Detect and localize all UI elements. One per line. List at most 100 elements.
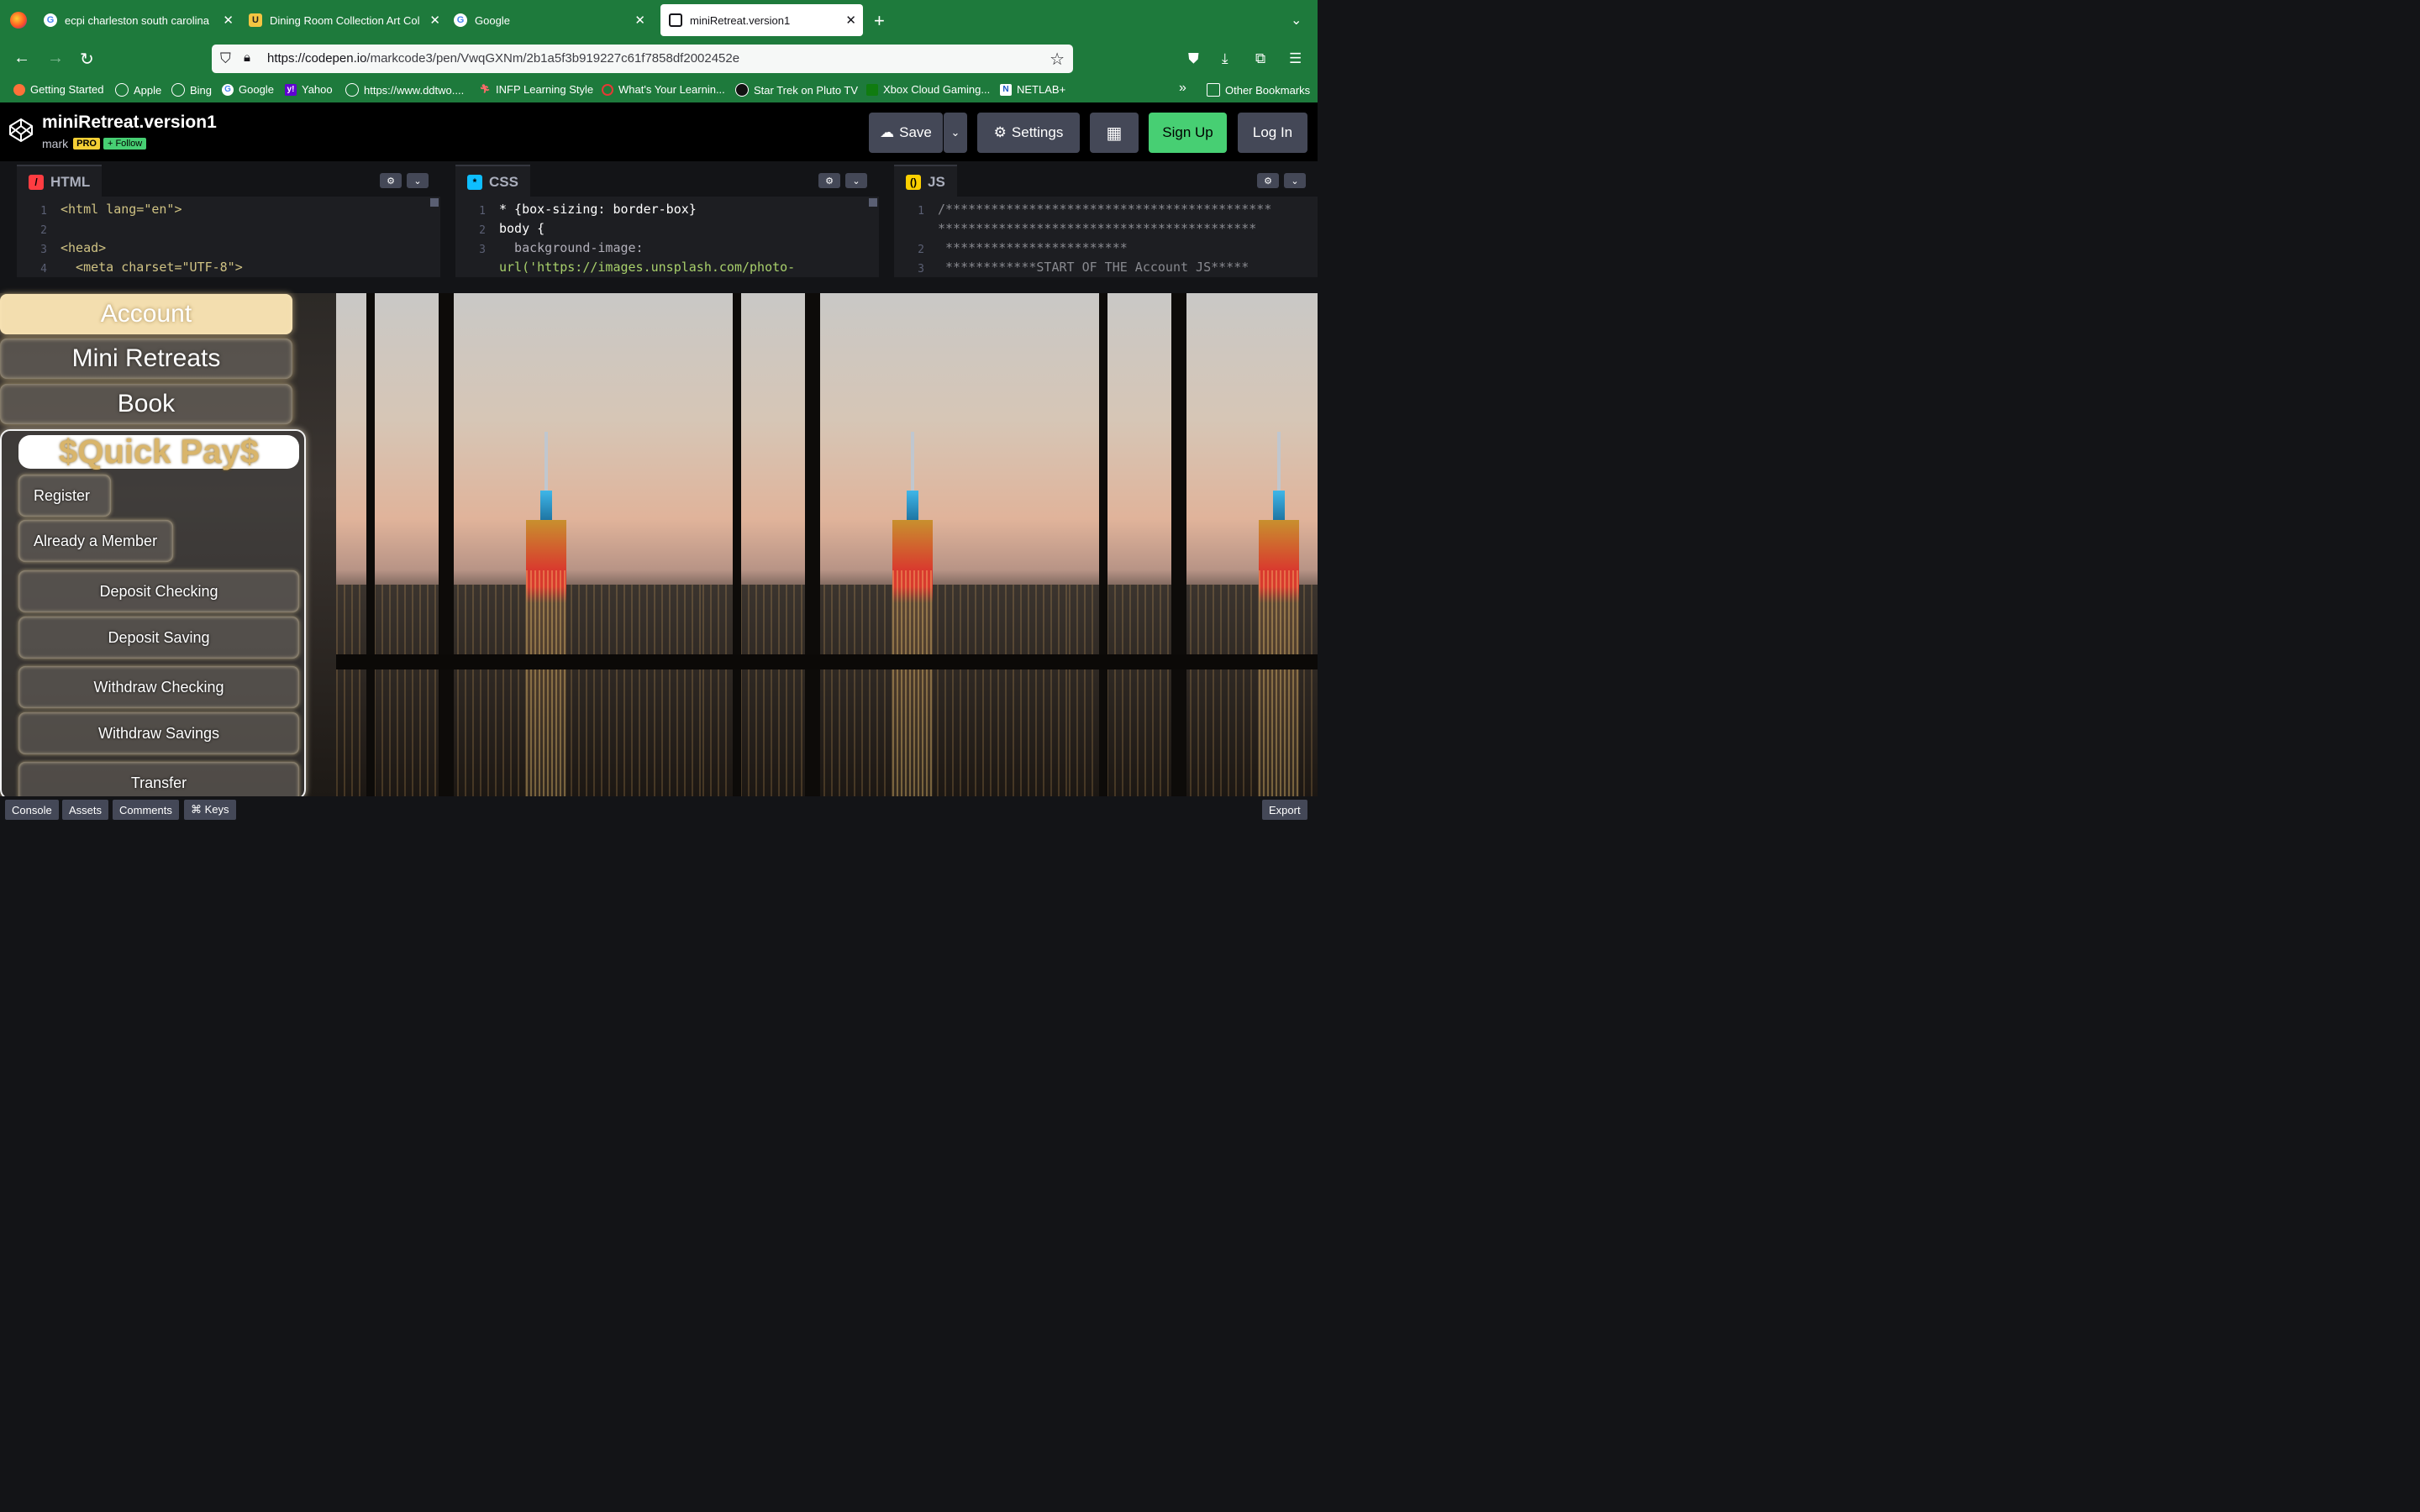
- css-code[interactable]: 1 * {box-sizing: border-box} 2 body { 3 …: [455, 197, 879, 277]
- gear-icon[interactable]: ⚙: [818, 173, 840, 188]
- resize-handle[interactable]: [0, 278, 1318, 295]
- building-windows: [1259, 570, 1299, 796]
- css-editor-label: CSS: [489, 174, 518, 190]
- hamburger-menu-icon[interactable]: ☰: [1289, 50, 1302, 67]
- withdraw-checking-button[interactable]: Withdraw Checking: [18, 666, 299, 708]
- close-tab-icon[interactable]: ✕: [634, 13, 645, 28]
- building-top: [1273, 491, 1285, 524]
- menu-account-button[interactable]: Account: [0, 294, 292, 334]
- css-editor-tab[interactable]: * CSS: [455, 165, 530, 198]
- withdraw-savings-button[interactable]: Withdraw Savings: [18, 712, 299, 754]
- firefox-menu-icon[interactable]: [10, 12, 27, 29]
- bookmark-label: Xbox Cloud Gaming...: [883, 83, 991, 96]
- bookmark-item[interactable]: Xbox Cloud Gaming...: [866, 83, 990, 96]
- close-tab-icon[interactable]: ✕: [223, 13, 234, 28]
- bookmark-item[interactable]: G Google: [222, 83, 274, 96]
- chevron-down-icon[interactable]: ⌄: [1284, 173, 1306, 188]
- gear-icon[interactable]: ⚙: [380, 173, 402, 188]
- comments-button[interactable]: Comments: [113, 800, 179, 820]
- codepen-footer: Console Assets Comments ⌘ Keys Export: [0, 796, 1318, 823]
- close-tab-icon[interactable]: ✕: [429, 13, 440, 28]
- save-button[interactable]: ☁ Save: [869, 113, 943, 153]
- shield-icon[interactable]: ⛉: [220, 50, 231, 67]
- code-line: /***************************************…: [938, 202, 1272, 217]
- bookmarks-overflow-button[interactable]: »: [1179, 81, 1186, 96]
- bookmark-item[interactable]: N NETLAB+: [1000, 83, 1065, 96]
- cloud-icon: ☁: [880, 124, 895, 140]
- transfer-button[interactable]: Transfer: [18, 762, 299, 796]
- menu-book-button[interactable]: Book: [0, 384, 292, 424]
- line-number: 2: [918, 244, 924, 256]
- browser-tab-active[interactable]: miniRetreat.version1 ✕: [660, 4, 863, 36]
- bookmark-star-icon[interactable]: ☆: [1050, 49, 1065, 70]
- reload-icon[interactable]: ↻: [80, 49, 94, 70]
- bookmark-item[interactable]: Star Trek on Pluto TV: [735, 83, 858, 97]
- html-slash-icon: /: [29, 175, 44, 190]
- follow-button[interactable]: + Follow: [103, 138, 147, 150]
- address-bar[interactable]: ⛉ 🔒︎ https://codepen.io/markcode3/pen/Vw…: [212, 45, 1073, 73]
- other-bookmarks[interactable]: Other Bookmarks: [1207, 83, 1310, 97]
- preview-frame: Account Mini Retreats Book $Quick Pay$ R…: [0, 278, 1318, 796]
- chevron-down-icon[interactable]: ⌄: [407, 173, 429, 188]
- keys-button[interactable]: ⌘ Keys: [184, 800, 236, 820]
- css-editor[interactable]: * CSS ⚙ ⌄ 1 * {box-sizing: border-box} 2…: [455, 161, 879, 277]
- log-in-button[interactable]: Log In: [1238, 113, 1307, 153]
- html-editor[interactable]: / HTML ⚙ ⌄ 1 <html lang="en"> 2 3 <head>…: [17, 161, 440, 277]
- bookmark-item[interactable]: Getting Started: [13, 83, 103, 96]
- bookmark-item[interactable]: 🏃︎ INFP Learning Style: [479, 83, 593, 96]
- codepen-icon: [669, 13, 682, 27]
- deposit-saving-button[interactable]: Deposit Saving: [18, 617, 299, 659]
- browser-tab[interactable]: G Google ✕: [454, 4, 652, 36]
- lock-icon[interactable]: 🔒︎: [244, 50, 250, 65]
- downloads-icon[interactable]: ⤓: [1222, 50, 1228, 67]
- list-all-tabs-icon[interactable]: ⌄: [1291, 12, 1302, 29]
- window-frame: [1069, 654, 1318, 669]
- extensions-icon[interactable]: ⧉: [1255, 50, 1265, 67]
- pocket-icon[interactable]: ⛊: [1188, 50, 1199, 67]
- owner-name[interactable]: mark: [42, 137, 68, 150]
- menu-mini-retreats-button[interactable]: Mini Retreats: [0, 339, 292, 379]
- save-options-chevron-icon[interactable]: ⌄: [944, 113, 967, 153]
- yahoo-icon: y!: [285, 83, 297, 96]
- editor-panels: / HTML ⚙ ⌄ 1 <html lang="en"> 2 3 <head>…: [0, 161, 1318, 277]
- pen-title[interactable]: miniRetreat.version1: [42, 113, 217, 133]
- change-view-button[interactable]: ▦: [1090, 113, 1139, 153]
- bookmark-item[interactable]: What's Your Learnin...: [602, 83, 725, 96]
- city-skyline: [702, 585, 1069, 796]
- building-windows: [892, 570, 933, 796]
- already-member-button[interactable]: Already a Member: [18, 520, 173, 562]
- line-number: 2: [40, 224, 47, 237]
- layout-grid-icon: ▦: [1106, 123, 1123, 143]
- editor-scrollbar[interactable]: [430, 198, 439, 207]
- html-code[interactable]: 1 <html lang="en"> 2 3 <head> 4 <meta ch…: [17, 197, 440, 277]
- browser-tab[interactable]: U Dining Room Collection Art Col ✕: [249, 4, 447, 36]
- close-tab-icon[interactable]: ✕: [845, 13, 856, 28]
- gear-icon[interactable]: ⚙: [1257, 173, 1279, 188]
- forward-icon[interactable]: →: [47, 49, 64, 68]
- codepen-logo-icon[interactable]: [8, 118, 34, 143]
- bookmark-item[interactable]: Bing: [171, 83, 212, 97]
- register-button[interactable]: Register: [18, 475, 111, 517]
- js-editor-label: JS: [928, 174, 945, 190]
- bookmark-item[interactable]: https://www.ddtwo....: [345, 83, 464, 97]
- sign-up-button[interactable]: Sign Up: [1149, 113, 1227, 153]
- assets-button[interactable]: Assets: [62, 800, 109, 820]
- url-text[interactable]: https://codepen.io/markcode3/pen/VwqGXNm…: [267, 51, 739, 66]
- js-editor[interactable]: () JS ⚙ ⌄ 1 /***************************…: [894, 161, 1318, 277]
- export-button[interactable]: Export: [1262, 800, 1307, 820]
- js-code[interactable]: 1 /*************************************…: [894, 197, 1318, 277]
- deposit-checking-button[interactable]: Deposit Checking: [18, 570, 299, 612]
- browser-tab[interactable]: G ecpi charleston south carolina ✕: [44, 4, 240, 36]
- settings-button[interactable]: ⚙ Settings: [977, 113, 1080, 153]
- html-editor-tab[interactable]: / HTML: [17, 165, 103, 198]
- editor-scrollbar[interactable]: [869, 198, 877, 207]
- html-editor-tabbar: / HTML ⚙ ⌄: [17, 161, 440, 198]
- js-editor-tab[interactable]: () JS: [894, 165, 957, 198]
- bookmark-item[interactable]: y! Yahoo: [285, 83, 333, 96]
- pluto-tv-icon: [735, 83, 749, 97]
- back-icon[interactable]: ←: [13, 49, 30, 68]
- bookmark-item[interactable]: Apple: [115, 83, 161, 97]
- new-tab-button[interactable]: +: [874, 10, 885, 32]
- chevron-down-icon[interactable]: ⌄: [845, 173, 867, 188]
- console-button[interactable]: Console: [5, 800, 59, 820]
